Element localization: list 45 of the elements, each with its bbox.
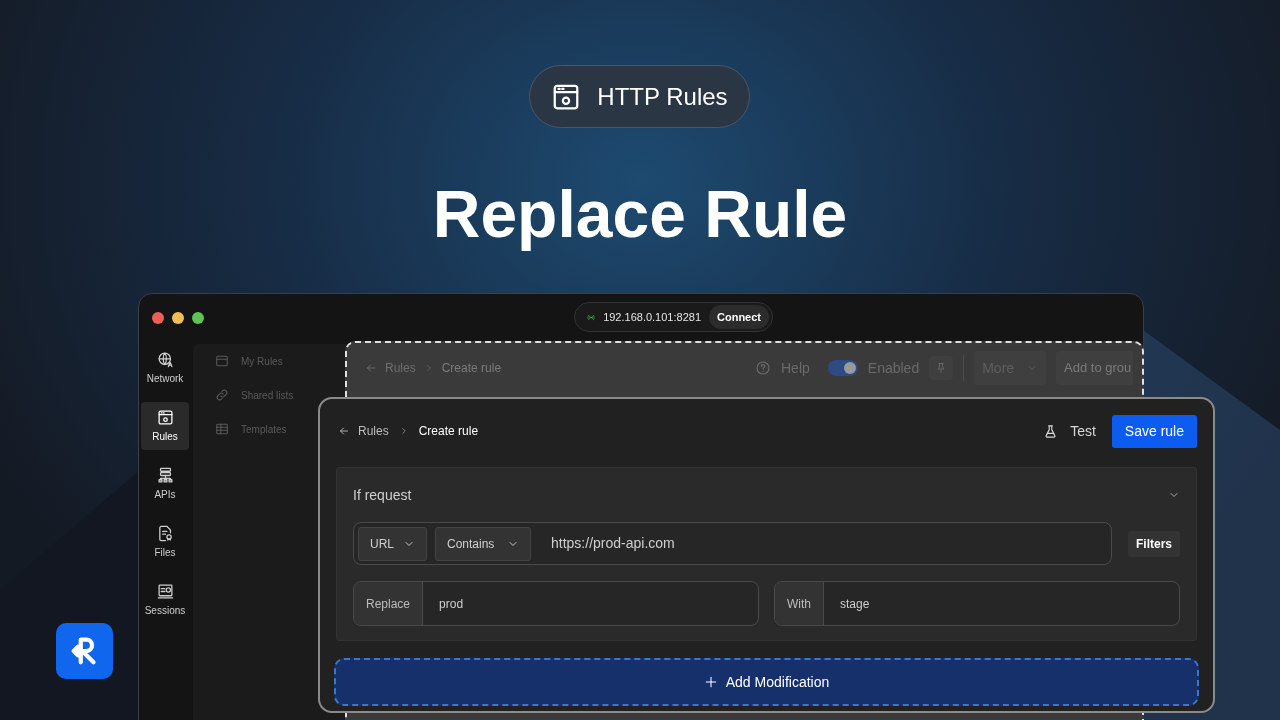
breadcrumb-link[interactable]: Rules [358, 422, 389, 440]
replace-field[interactable]: Replace prod [353, 581, 759, 626]
headline: Replace Rule [431, 176, 849, 253]
nav-item[interactable]: Files [141, 518, 189, 566]
ip-address: 192.168.0.101:8281 [603, 309, 701, 325]
test-button[interactable]: Test [1039, 415, 1100, 447]
back-arrow-icon [338, 425, 350, 437]
file-icon [156, 524, 174, 542]
operator-dropdown[interactable]: Contains [435, 526, 531, 561]
window-close-light[interactable] [152, 312, 164, 324]
server-icon [156, 466, 174, 484]
back-arrow-icon [365, 362, 377, 374]
connect-button[interactable]: Connect [709, 305, 769, 329]
url-match-field[interactable]: URL Contains https://prod-api.com [353, 522, 1112, 565]
nav-item[interactable]: Rules [141, 402, 189, 450]
breadcrumb-current: Create rule [418, 423, 479, 440]
nav-item[interactable]: Network [141, 344, 189, 392]
window-minimize-light[interactable] [172, 312, 184, 324]
save-rule-button[interactable]: Save rule [1111, 414, 1197, 448]
table-icon [215, 422, 229, 436]
link-icon [215, 388, 229, 402]
field-value: prod [438, 595, 464, 613]
logo-icon [56, 623, 113, 679]
field-dropdown[interactable]: URL [358, 526, 427, 561]
plus-icon [703, 675, 718, 689]
nav-item[interactable]: APIs [141, 460, 189, 508]
flask-icon [1043, 423, 1059, 439]
enabled-toggle[interactable] [827, 360, 858, 376]
breadcrumb-current: Create rule [441, 360, 502, 377]
badge-label: HTTP Rules [597, 81, 728, 112]
window-zoom-light[interactable] [192, 312, 204, 324]
field-label: Replace [354, 582, 424, 625]
filters-button[interactable]: Filters [1128, 530, 1180, 557]
field-label: With [775, 582, 824, 625]
globe-icon [156, 350, 174, 368]
window-icon [215, 354, 229, 368]
add-modification-button[interactable]: Add Modification [334, 658, 1199, 706]
help-icon [755, 360, 771, 376]
browser-gear-icon [156, 408, 174, 426]
section-title: If request [353, 485, 412, 505]
field-value: stage [839, 595, 870, 613]
with-field[interactable]: With stage [774, 581, 1180, 626]
monitor-icon [156, 582, 174, 600]
url-value: https://prod-api.com [551, 534, 675, 553]
nav-item[interactable]: Sessions [141, 576, 189, 624]
